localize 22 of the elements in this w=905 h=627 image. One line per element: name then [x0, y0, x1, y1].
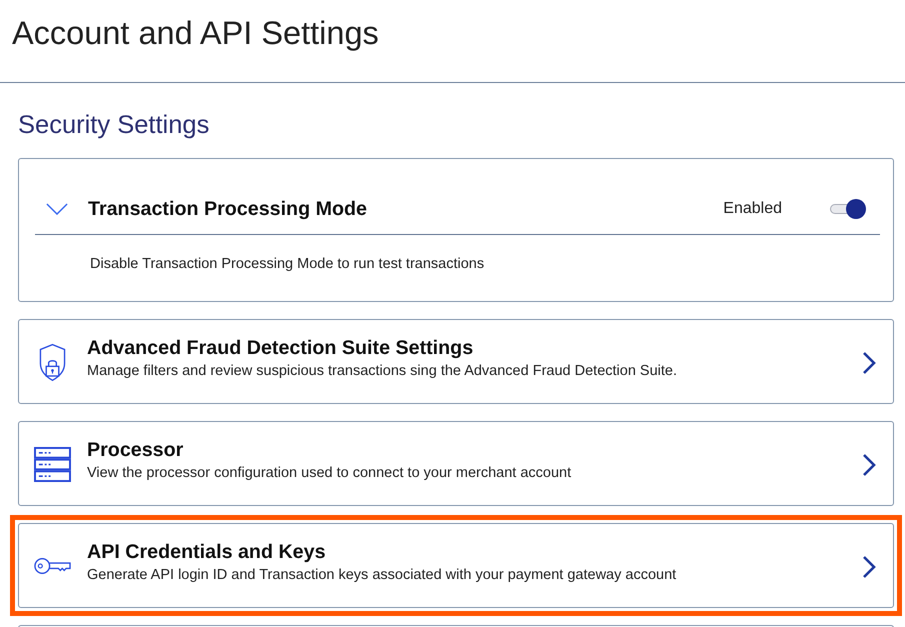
status-label: Enabled [723, 199, 782, 219]
card-description: Generate API login ID and Transaction keys associated with your payment gateway account [87, 566, 676, 585]
settings-card[interactable]: Processor View the processor configuration used to connect to your merchant account [18, 421, 894, 506]
card-title: API Credentials and Keys [87, 540, 327, 564]
settings-card[interactable]: API Credentials and Keys Generate API login ID and Transaction keys associated with your payment gateway account [18, 523, 894, 608]
card-title: Transaction Processing Mode [88, 197, 367, 221]
server-icon [34, 446, 70, 482]
card-title: Advanced Fraud Detection Suite Settings [87, 336, 474, 360]
toggle-switch[interactable] [830, 199, 866, 219]
chevron-right-icon[interactable] [862, 452, 876, 476]
card-description: View the processor configuration used to connect to your merchant account [87, 464, 572, 483]
card-description: Disable Transaction Processing Mode to run test transactions [90, 255, 486, 274]
card-title: Processor [87, 438, 184, 462]
page-title: Account and API Settings [12, 14, 380, 52]
settings-card[interactable]: Advanced Fraud Detection Suite Settings Manage filters and review suspicious transactions sing the Advanced Fraud Detection Suite. [18, 319, 894, 404]
chevron-down-icon[interactable] [46, 203, 68, 215]
chevron-right-icon[interactable] [862, 554, 876, 578]
key-icon [34, 556, 70, 576]
chevron-right-icon[interactable] [862, 350, 876, 374]
shield-lock-icon [38, 342, 66, 382]
card-description: Manage filters and review suspicious transactions sing the Advanced Fraud Detection Suite. [87, 362, 677, 381]
section-title: Security Settings [18, 110, 210, 141]
